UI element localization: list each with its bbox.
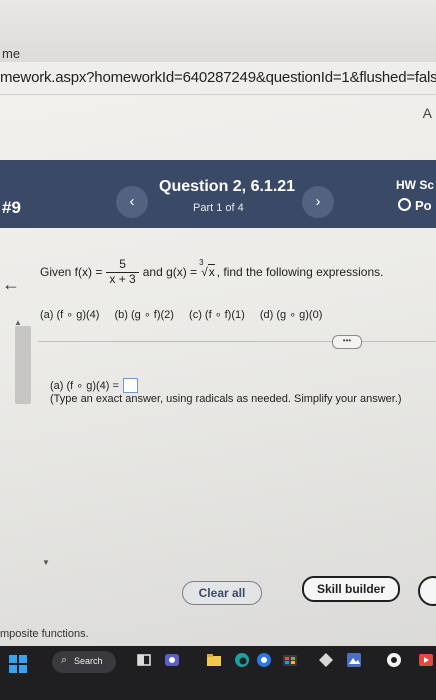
f-numerator: 5 <box>119 257 126 271</box>
given-prefix: Given f(x) = <box>40 265 103 280</box>
part-c: (c) (f ∘ f)(1) <box>189 309 245 321</box>
given-suffix: , find the following expressions. <box>216 265 384 280</box>
root-index: 3 <box>199 258 204 268</box>
part-d: (d) (g ∘ g)(0) <box>259 309 323 321</box>
answer-line: (a) (f ∘ g)(4) = <box>50 378 138 393</box>
next-question-button[interactable]: › <box>302 186 334 218</box>
music-app-icon[interactable] <box>386 652 402 668</box>
g-middle-text: and g(x) = <box>142 265 198 280</box>
photos-app-icon[interactable] <box>346 652 362 668</box>
answer-label: (a) (f ∘ g)(4) = <box>50 380 119 392</box>
expand-more-button[interactable]: ••• <box>332 335 362 349</box>
screen: me mework.aspx?homeworkId=640287249&ques… <box>0 0 436 700</box>
store-icon[interactable] <box>282 652 298 668</box>
previous-question-button[interactable]: ‹ <box>116 186 148 218</box>
address-bar[interactable]: mework.aspx?homeworkId=640287249&questio… <box>0 62 436 95</box>
question-header: #9 ‹ Question 2, 6.1.21 Part 1 of 4 › HW… <box>0 160 436 228</box>
help-button[interactable] <box>418 576 436 606</box>
url-text[interactable]: mework.aspx?homeworkId=640287249&questio… <box>0 69 436 86</box>
part-a: (a) (f ∘ g)(4) <box>40 309 100 321</box>
search-icon: ⌕ <box>61 654 68 666</box>
hw-score-label: HW Sc <box>396 178 435 192</box>
topic-label: mposite functions. <box>0 628 89 640</box>
windows-start-icon[interactable] <box>9 655 27 673</box>
chrome-browser-icon[interactable] <box>256 652 272 668</box>
task-view-icon[interactable] <box>136 652 152 668</box>
points-circle-icon <box>398 198 411 211</box>
app-shield-icon[interactable] <box>318 652 334 668</box>
part-b: (b) (g ∘ f)(2) <box>114 309 174 321</box>
question-title: Question 2, 6.1.21 <box>159 178 296 195</box>
radicand: x <box>207 264 215 280</box>
answer-input[interactable] <box>122 378 138 393</box>
taskbar-search-label: Search <box>74 656 103 666</box>
extension-icon[interactable]: A <box>423 105 432 121</box>
radical-sign-icon: √ <box>201 265 208 280</box>
points-label: Po <box>415 198 432 213</box>
tab-title[interactable]: me <box>2 46 20 61</box>
edge-browser-icon[interactable] <box>234 652 250 668</box>
section-divider <box>38 341 436 342</box>
skill-builder-button[interactable]: Skill builder <box>302 576 400 602</box>
taskbar-search-button[interactable]: ⌕ Search <box>52 651 116 673</box>
teams-chat-icon[interactable] <box>164 652 180 668</box>
f-fraction: 5 x + 3 <box>106 257 139 287</box>
file-explorer-icon[interactable] <box>206 652 222 668</box>
f-denominator: x + 3 <box>106 271 139 287</box>
back-arrow-icon[interactable]: ← <box>2 274 20 295</box>
question-statement: Given f(x) = 5 x + 3 and g(x) = 3 √x , fi… <box>40 257 384 287</box>
question-number: #9 <box>2 198 21 217</box>
answer-instruction: (Type an exact answer, using radicals as… <box>50 393 402 405</box>
points-indicator: Po <box>398 198 432 213</box>
question-part: Part 1 of 4 <box>193 202 244 214</box>
question-parts-list: (a) (f ∘ g)(4) (b) (g ∘ f)(2) (c) (f ∘ f… <box>40 308 334 321</box>
media-player-icon[interactable] <box>418 652 434 668</box>
cube-root: 3 √x <box>199 258 215 280</box>
scroll-down-icon[interactable]: ▼ <box>42 558 50 567</box>
clear-all-button[interactable]: Clear all <box>182 581 262 605</box>
browser-tab-strip: me <box>0 0 436 63</box>
scrollbar-thumb[interactable] <box>15 326 31 404</box>
